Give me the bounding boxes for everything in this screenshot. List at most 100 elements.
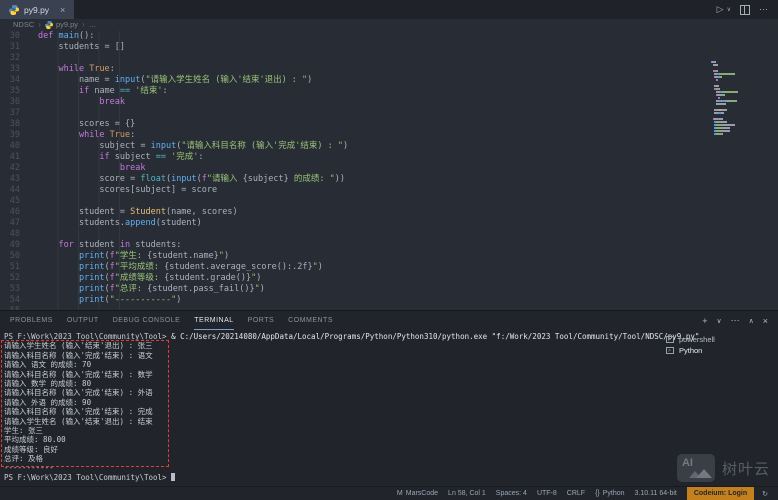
code-line: print("-----------"): [78, 295, 182, 305]
terminal-output-line: 请输入科目名称 (输入'完成'结束) : 外语: [4, 388, 153, 398]
code-line: def main():: [38, 31, 95, 41]
status-item-label: CRLF: [566, 490, 586, 497]
terminal-output-line: 请输入学生姓名 (输入'结束'退出) : 张三: [4, 341, 153, 351]
breadcrumb-item[interactable]: NDSC: [13, 20, 34, 29]
line-number: 30: [9, 31, 20, 41]
status-item-sync[interactable]: ↻: [762, 490, 768, 498]
bottom-panel: PROBLEMS OUTPUT DEBUG CONSOLE TERMINAL PORTS…: [0, 310, 778, 488]
terminal-list: > powershell > Python: [656, 334, 778, 356]
status-item-3-10-11-64-bit[interactable]: 3.10.11 64-bit: [635, 490, 677, 497]
status-item-label: 3.10.11 64-bit: [634, 490, 677, 497]
line-number: 48: [9, 229, 20, 239]
panel-maximize-icon[interactable]: ∧: [749, 317, 754, 325]
status-item-spaces-4[interactable]: Spaces: 4: [496, 490, 527, 497]
status-item-codeium-login[interactable]: Codeium: Login: [686, 487, 755, 500]
status-item-crlf[interactable]: CRLF: [567, 490, 585, 497]
code-line: break: [119, 163, 146, 173]
line-number: 32: [9, 53, 20, 63]
line-number: 38: [9, 119, 20, 129]
editor-gutter: 30 31 32 33 34 35 36 37 38 39 40 41 42 43 44 45 46 47 48 49…: [0, 31, 20, 310]
code-line: while True:: [58, 64, 115, 74]
code-line: while True:: [78, 130, 136, 140]
run-icon[interactable]: ▷: [717, 4, 724, 15]
terminal-list-item-powershell[interactable]: > powershell: [656, 334, 778, 345]
terminal-prompt-text: PS F:\Work\2023 Tool\Community\Tool>: [4, 332, 172, 341]
terminal-output-line: 请输入 语文 的成绩: 70: [4, 360, 92, 370]
line-number: 41: [9, 152, 20, 162]
code-line: if subject == '完成':: [99, 152, 204, 162]
line-number: 53: [9, 284, 20, 294]
breadcrumb-separator: ›: [82, 20, 85, 29]
panel-tab-comments[interactable]: COMMENTS: [288, 311, 333, 330]
panel-tabs: PROBLEMS OUTPUT DEBUG CONSOLE TERMINAL PORTS…: [10, 311, 347, 330]
code-line: name = input("请输入学生姓名 (输入'结束'退出) : "): [38, 75, 313, 85]
terminal-output-line: 请输入科目名称 (输入'完成'结束) : 语文: [4, 350, 153, 360]
line-number: 54: [9, 295, 20, 305]
code-line: print(f"成绩等级: {student.grade()}"): [78, 273, 262, 283]
tab-close-icon[interactable]: ×: [60, 5, 65, 15]
line-number: 45: [9, 196, 20, 206]
status-item-label: Codeium: Login: [693, 490, 748, 497]
marscode-icon: M: [396, 490, 403, 497]
watermark-mountain-icon: [695, 469, 712, 478]
line-number: 39: [9, 130, 20, 140]
status-item-label: UTF-8: [536, 490, 557, 497]
terminal-output-line: 成绩等级: 良好: [4, 444, 59, 454]
line-number: 49: [9, 240, 20, 250]
status-item-utf-8[interactable]: UTF-8: [537, 490, 557, 497]
terminal-output-line: 学生: 张三: [4, 425, 44, 435]
status-item-marscode[interactable]: M MarsCode: [397, 490, 438, 497]
line-number: 44: [9, 185, 20, 195]
terminal[interactable]: PS F:\Work\2023 Tool\Community\Tool> & C…: [4, 332, 699, 482]
terminal-output-line: 平均成绩: 80.00: [4, 435, 66, 445]
panel-tab-problems[interactable]: PROBLEMS: [10, 311, 53, 330]
line-number: 50: [9, 251, 20, 261]
panel-tab-terminal[interactable]: TERMINAL: [194, 311, 233, 330]
terminal-prompt-text-2: PS F:\Work\2023 Tool\Community\Tool>: [4, 472, 172, 482]
terminal-icon: >: [666, 347, 674, 354]
line-number: 42: [9, 163, 20, 173]
panel-more-icon[interactable]: ⋯: [731, 315, 740, 326]
terminal-command-line: PS F:\Work\2023 Tool\Community\Tool> & C…: [4, 332, 699, 341]
panel-tab-debug-console[interactable]: DEBUG CONSOLE: [113, 311, 181, 330]
breadcrumb-item[interactable]: …: [89, 20, 97, 29]
terminal-dropdown-icon[interactable]: ∨: [716, 317, 721, 325]
tab-py9[interactable]: py9.py ×: [0, 0, 75, 19]
line-number: 46: [9, 207, 20, 217]
breadcrumb-item-label: NDSC: [13, 20, 35, 29]
status-item-label: Ln 58, Col 1: [448, 490, 486, 497]
line-number: 37: [9, 108, 20, 118]
terminal-list-item-python[interactable]: > Python: [656, 345, 778, 356]
new-terminal-icon[interactable]: +: [702, 316, 707, 326]
terminal-list-item-label: powershell: [679, 335, 715, 344]
terminal-output-line: 请输入科目名称 (输入'完成'结束) : 数学: [4, 369, 153, 379]
braces-icon: {}: [595, 490, 600, 497]
panel-actions: + ∨ ⋯ ∧ ×: [702, 315, 768, 326]
panel-close-icon[interactable]: ×: [763, 316, 768, 326]
line-number: 40: [9, 141, 20, 151]
watermark: AI 树叶云: [676, 454, 770, 482]
line-number: 33: [9, 64, 20, 74]
code-line: print(f"总评: {student.pass_fail()}"): [78, 284, 265, 294]
code-line: print(f"学生: {student.name}"): [78, 251, 230, 261]
breadcrumb-item[interactable]: py9.py: [44, 20, 78, 29]
terminal-program-output: 请输入学生姓名 (输入'结束'退出) : 张三 请输入科目名称 (输入'完成'结束…: [4, 341, 648, 463]
panel-header: PROBLEMS OUTPUT DEBUG CONSOLE TERMINAL PORTS…: [0, 311, 778, 330]
panel-tab-ports[interactable]: PORTS: [248, 311, 275, 330]
code-editor[interactable]: 30 31 32 33 34 35 36 37 38 39 40 41 42 43 44 45 46 47 48 49…: [0, 30, 778, 310]
panel-tab-output[interactable]: OUTPUT: [67, 311, 99, 330]
code-line: break: [99, 97, 126, 107]
more-actions-icon[interactable]: ⋯: [759, 4, 768, 15]
status-item-label: Spaces: 4: [495, 490, 527, 497]
status-item-python[interactable]: {} Python: [595, 490, 624, 497]
breadcrumb-item-label: …: [88, 20, 97, 29]
watermark-image-icon: AI: [676, 454, 715, 482]
split-editor-icon[interactable]: [740, 4, 750, 15]
terminal-icon: >: [666, 336, 674, 343]
line-number: 52: [9, 273, 20, 283]
run-dropdown-icon[interactable]: ∨: [727, 6, 731, 13]
status-item-ln-58-col-1[interactable]: Ln 58, Col 1: [448, 490, 486, 497]
